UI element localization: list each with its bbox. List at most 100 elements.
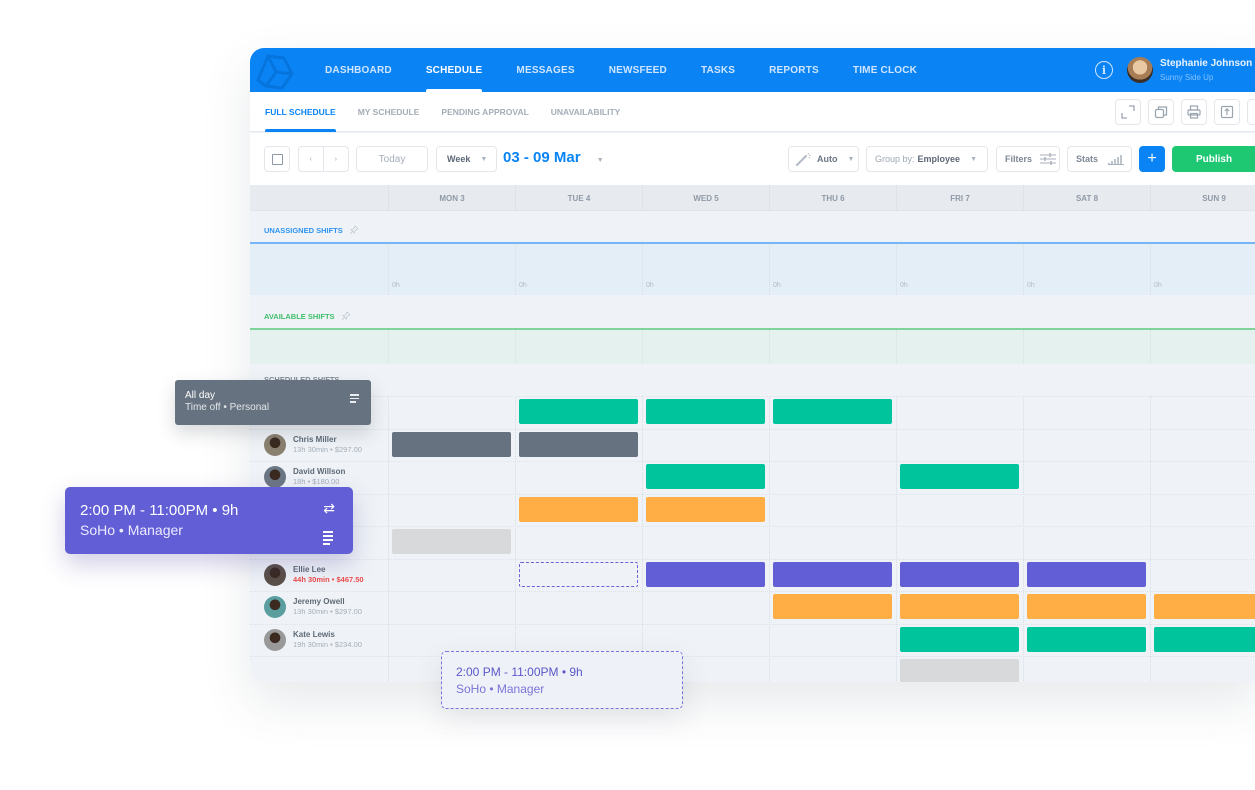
shift-block[interactable] bbox=[519, 496, 638, 522]
pin-icon[interactable] bbox=[341, 311, 351, 321]
drop-target-card[interactable]: 2:00 PM - 11:00PM • 9h SoHo • Manager bbox=[441, 651, 683, 709]
shift-block[interactable] bbox=[900, 626, 1019, 652]
column-divider bbox=[388, 330, 389, 364]
print-button[interactable] bbox=[1181, 99, 1207, 125]
shift-block[interactable] bbox=[1027, 561, 1146, 587]
column-divider bbox=[896, 396, 897, 682]
column-divider bbox=[642, 244, 643, 295]
nav-item-time-clock[interactable]: TIME CLOCK bbox=[836, 48, 934, 92]
shift-block[interactable] bbox=[392, 529, 511, 554]
time-off-detail: Time off • Personal bbox=[185, 402, 270, 413]
group-by-value: Employee bbox=[917, 154, 961, 164]
shift-block[interactable] bbox=[1027, 626, 1146, 652]
expand-button[interactable] bbox=[1115, 99, 1141, 125]
tab-unavailability[interactable]: UNAVAILABILITY bbox=[540, 92, 632, 132]
shift-block[interactable] bbox=[519, 431, 638, 457]
shift-block[interactable] bbox=[646, 399, 765, 424]
view-select[interactable]: Week ▼ bbox=[436, 146, 497, 172]
unassigned-shifts-label: UNASSIGNED SHIFTS bbox=[264, 225, 343, 235]
column-divider bbox=[1023, 396, 1024, 682]
hours-total: 0h bbox=[646, 282, 654, 289]
checkbox-icon bbox=[271, 153, 283, 165]
shift-block[interactable] bbox=[900, 464, 1019, 489]
tab-my-schedule[interactable]: MY SCHEDULE bbox=[347, 92, 431, 132]
hours-total: 0h bbox=[773, 282, 781, 289]
day-header[interactable]: WED 5 bbox=[642, 185, 769, 211]
shift-block[interactable] bbox=[773, 399, 892, 424]
shift-block[interactable] bbox=[1154, 594, 1255, 619]
scheduler-app: DASHBOARD SCHEDULE MESSAGES NEWSFEED TASKS RE… bbox=[250, 48, 1255, 682]
shift-block[interactable] bbox=[773, 594, 892, 619]
today-button[interactable]: Today bbox=[356, 146, 428, 172]
nav-item-newsfeed[interactable]: NEWSFEED bbox=[592, 48, 684, 92]
stage: DASHBOARD SCHEDULE MESSAGES NEWSFEED TASKS RE… bbox=[0, 0, 1255, 790]
more-tools-button[interactable] bbox=[1247, 99, 1255, 125]
select-all-checkbox[interactable] bbox=[264, 146, 290, 172]
day-header[interactable]: SUN 9 bbox=[1150, 185, 1255, 211]
nav-item-reports[interactable]: REPORTS bbox=[752, 48, 836, 92]
employee-cell[interactable]: Kate Lewis 19h 30min • $234.00 bbox=[264, 625, 362, 655]
day-header[interactable]: TUE 4 bbox=[515, 185, 642, 211]
shift-block[interactable] bbox=[900, 659, 1019, 682]
dragged-shift-card[interactable]: 2:00 PM - 11:00PM • 9h SoHo • Manager ⇄ bbox=[65, 487, 353, 554]
shift-block[interactable] bbox=[1027, 594, 1146, 619]
add-shift-button[interactable]: + bbox=[1139, 146, 1165, 172]
auto-schedule-select[interactable]: Auto ▼ bbox=[788, 146, 859, 172]
pin-icon[interactable] bbox=[349, 225, 359, 235]
employee-hours-cost: 13h 30min • $297.00 bbox=[293, 607, 362, 616]
day-header[interactable]: FRI 7 bbox=[896, 185, 1023, 211]
filters-button[interactable]: Filters bbox=[996, 146, 1060, 172]
chevron-down-icon: ▼ bbox=[480, 155, 488, 163]
day-header[interactable]: SAT 8 bbox=[1023, 185, 1150, 211]
available-shifts-row[interactable] bbox=[250, 328, 1255, 364]
tool-icons bbox=[1115, 99, 1255, 125]
shift-block[interactable] bbox=[900, 594, 1019, 619]
tab-full-schedule[interactable]: FULL SCHEDULE bbox=[254, 92, 347, 132]
day-header[interactable]: THU 6 bbox=[769, 185, 896, 211]
chevron-down-icon: ▼ bbox=[847, 155, 855, 163]
nav-item-tasks[interactable]: TASKS bbox=[684, 48, 752, 92]
export-button[interactable] bbox=[1214, 99, 1240, 125]
column-divider bbox=[642, 330, 643, 364]
day-header[interactable]: MON 3 bbox=[388, 185, 515, 211]
publish-button[interactable]: Publish bbox=[1172, 146, 1255, 172]
employee-cell[interactable]: Chris Miller 13h 30min • $297.00 bbox=[264, 430, 362, 460]
stats-button[interactable]: Stats bbox=[1067, 146, 1132, 172]
nav-item-dashboard[interactable]: DASHBOARD bbox=[308, 48, 409, 92]
shift-drop-placeholder[interactable] bbox=[519, 561, 638, 587]
group-by-select[interactable]: Group by: Employee ▼ bbox=[866, 146, 988, 172]
unassigned-shifts-row[interactable]: 0h 0h 0h 0h 0h 0h 0h bbox=[250, 242, 1255, 295]
shift-block[interactable] bbox=[646, 496, 765, 522]
info-icon[interactable]: i bbox=[1095, 61, 1113, 79]
time-off-card[interactable]: All day Time off • Personal bbox=[175, 380, 371, 425]
shift-block[interactable] bbox=[392, 431, 511, 457]
employee-cell[interactable]: Jeremy Owell 13h 30min • $297.00 bbox=[264, 592, 362, 622]
shift-block[interactable] bbox=[900, 561, 1019, 587]
date-range-label: 03 - 09 Mar bbox=[503, 149, 581, 166]
bar-chart-icon bbox=[1108, 155, 1125, 165]
magic-wand-icon bbox=[795, 152, 811, 166]
shift-block[interactable] bbox=[1154, 626, 1255, 652]
column-divider bbox=[1023, 330, 1024, 364]
copy-button[interactable] bbox=[1148, 99, 1174, 125]
employee-cell[interactable]: Ellie Lee 44h 30min • $467.50 bbox=[264, 560, 364, 590]
next-week-button[interactable]: › bbox=[324, 147, 348, 171]
shift-block[interactable] bbox=[519, 399, 638, 424]
tab-pending-approval[interactable]: PENDING APPROVAL bbox=[430, 92, 539, 132]
shift-block[interactable] bbox=[646, 561, 765, 587]
nav-item-schedule[interactable]: SCHEDULE bbox=[409, 48, 500, 92]
user-avatar[interactable] bbox=[1127, 57, 1153, 83]
view-select-value: Week bbox=[447, 154, 471, 164]
hours-total: 0h bbox=[519, 282, 527, 289]
chevron-down-icon: ▼ bbox=[596, 157, 604, 164]
row-divider bbox=[250, 461, 1255, 462]
shift-block[interactable] bbox=[646, 464, 765, 489]
prev-week-button[interactable]: ‹ bbox=[299, 147, 324, 171]
column-divider bbox=[769, 330, 770, 364]
date-range-picker[interactable]: 03 - 09 Mar ▼ bbox=[503, 149, 604, 166]
shift-block[interactable] bbox=[773, 561, 892, 587]
nav-item-messages[interactable]: MESSAGES bbox=[499, 48, 591, 92]
user-name[interactable]: Stephanie Johnson bbox=[1160, 58, 1252, 69]
swap-icon[interactable]: ⇄ bbox=[323, 500, 335, 517]
column-divider bbox=[896, 244, 897, 295]
